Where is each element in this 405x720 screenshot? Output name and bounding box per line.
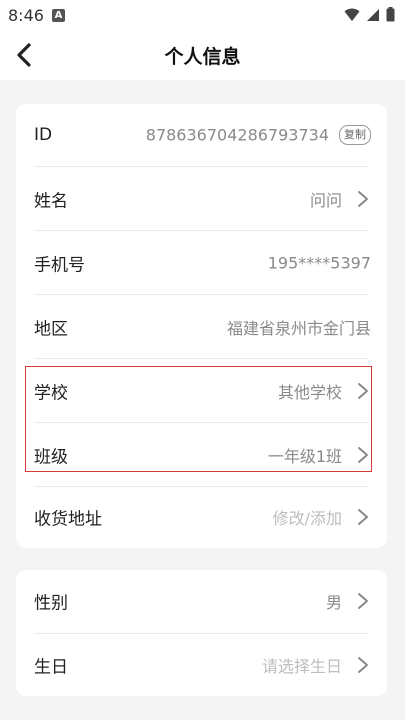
nav-bar: 个人信息 [0, 30, 405, 80]
profile-card: ID 878636704286793734 复制 姓名 问问 手机号 195**… [16, 104, 387, 548]
address-value: 修改/添加 [272, 509, 342, 528]
divider [34, 422, 369, 423]
class-label: 班级 [34, 447, 68, 468]
gender-value: 男 [325, 593, 342, 612]
chevron-right-icon [358, 657, 368, 673]
region-value: 福建省泉州市金门县 [226, 319, 371, 338]
birthday-value: 请选择生日 [261, 657, 342, 676]
chevron-right-icon [358, 447, 368, 463]
class-row[interactable]: 班级 一年级1班 [16, 424, 387, 486]
notification-icon: A [52, 9, 65, 22]
divider [34, 230, 369, 231]
id-value: 878636704286793734 [145, 125, 329, 145]
page-title: 个人信息 [164, 46, 241, 68]
name-label: 姓名 [34, 191, 68, 212]
gender-row[interactable]: 性别 男 [16, 570, 387, 632]
gender-label: 性别 [34, 593, 68, 614]
region-row: 地区 福建省泉州市金门县 [16, 296, 387, 358]
wifi-icon [344, 8, 360, 21]
battery-icon [386, 7, 395, 22]
id-label: ID [34, 125, 53, 145]
status-time: 8:46 [8, 6, 44, 25]
chevron-right-icon [358, 593, 368, 609]
region-label: 地区 [34, 319, 68, 340]
school-value: 其他学校 [277, 383, 342, 402]
school-row[interactable]: 学校 其他学校 [16, 360, 387, 422]
status-bar: 8:46 A [0, 0, 405, 30]
school-label: 学校 [34, 383, 68, 404]
signal-icon [367, 8, 379, 21]
address-row[interactable]: 收货地址 修改/添加 [16, 486, 387, 548]
chevron-right-icon [358, 191, 368, 207]
personal-card: 性别 男 生日 请选择生日 [16, 570, 387, 696]
divider [34, 358, 369, 359]
divider [34, 166, 369, 167]
name-row[interactable]: 姓名 问问 [16, 168, 387, 230]
phone-label: 手机号 [34, 255, 85, 276]
address-label: 收货地址 [34, 509, 102, 530]
chevron-right-icon [358, 509, 368, 525]
divider [34, 294, 369, 295]
phone-value: 195****5397 [267, 253, 371, 273]
class-value: 一年级1班 [267, 447, 342, 466]
copy-button[interactable]: 复制 [339, 125, 371, 145]
birthday-label: 生日 [34, 657, 68, 678]
status-icons [344, 7, 395, 22]
birthday-row[interactable]: 生日 请选择生日 [16, 634, 387, 696]
chevron-right-icon [358, 383, 368, 399]
id-row: ID 878636704286793734 复制 [16, 104, 387, 166]
name-value: 问问 [309, 191, 342, 210]
phone-row: 手机号 195****5397 [16, 232, 387, 294]
